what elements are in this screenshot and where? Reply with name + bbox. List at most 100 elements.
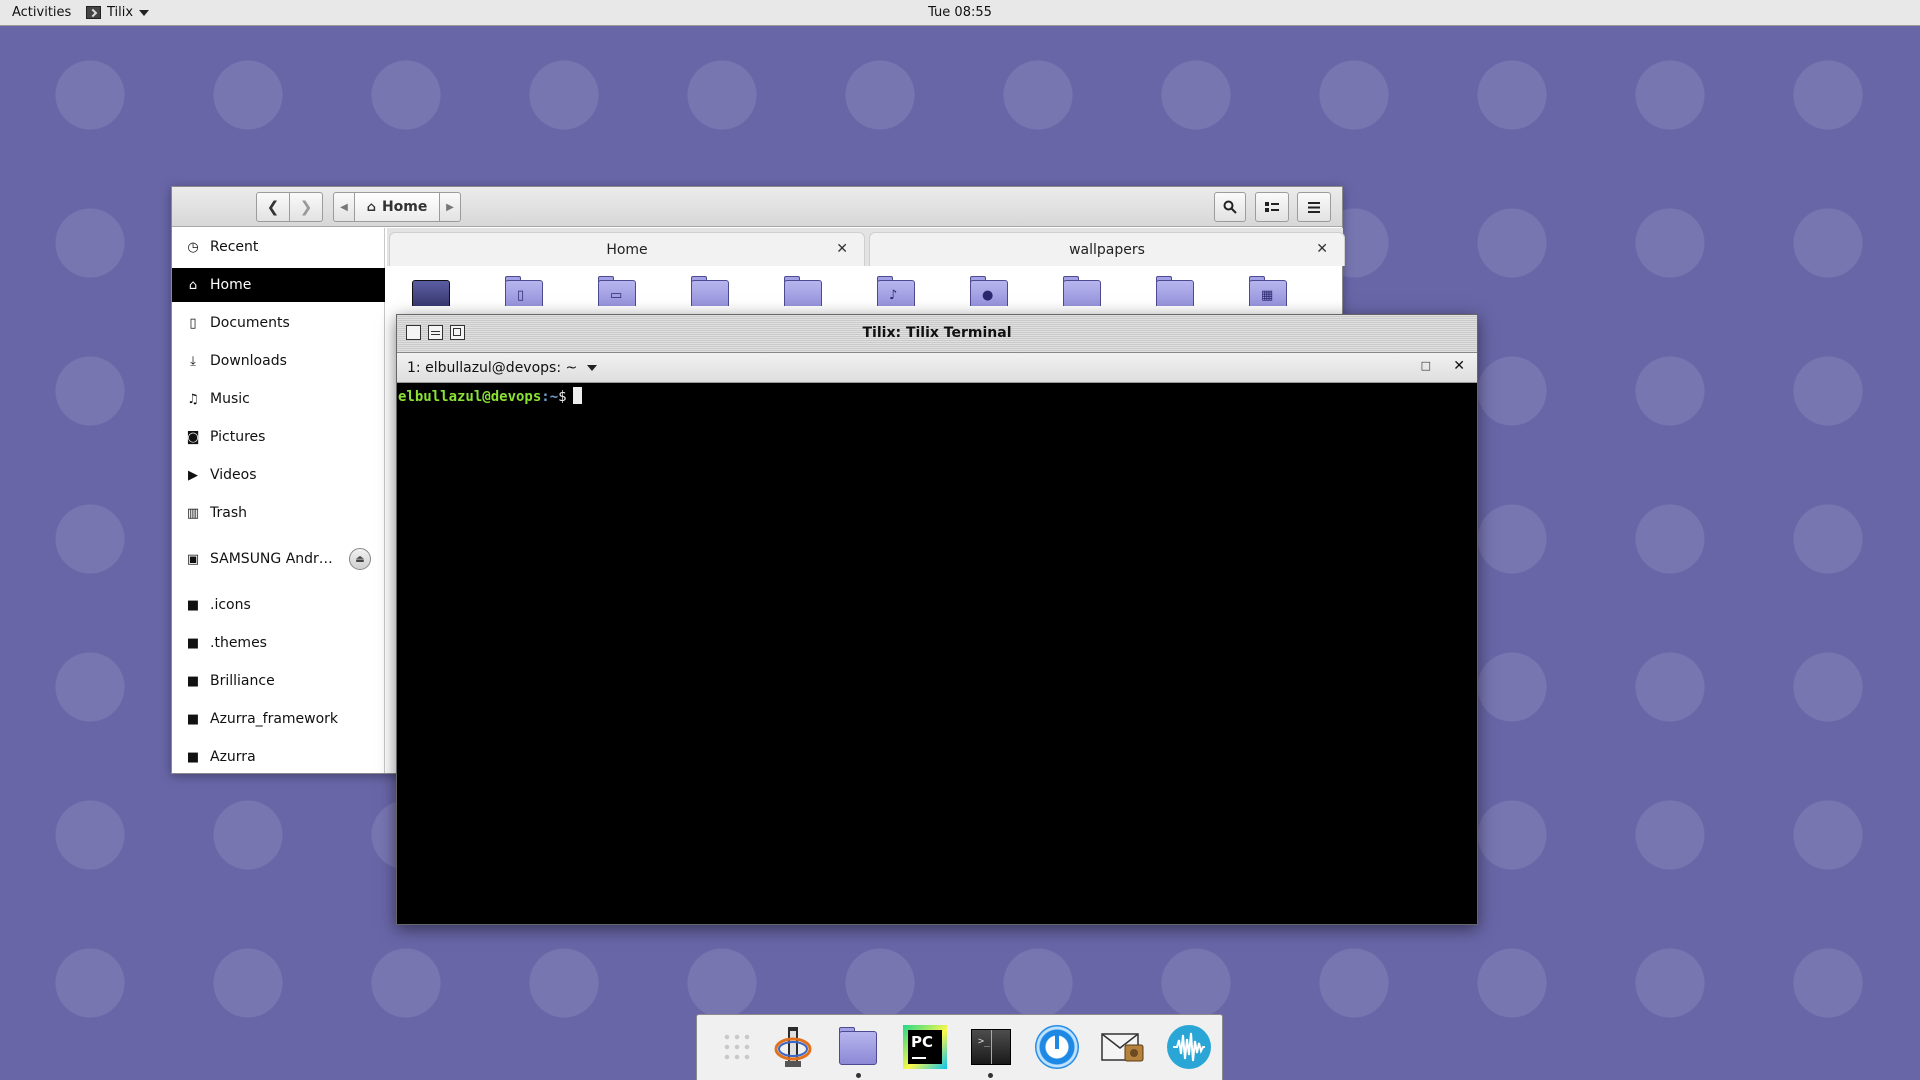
camera-icon: ◙ <box>186 429 200 445</box>
running-indicator <box>856 1073 861 1078</box>
desktop-folder-icon[interactable] <box>410 274 454 306</box>
terminal-body[interactable]: elbullazul@devops:~$ <box>397 383 1477 924</box>
download-icon: ⤓ <box>190 353 196 369</box>
sidebar-item-samsung[interactable]: ▣ SAMSUNG Andr… ⏏ <box>172 542 385 576</box>
prompt-symbol: $ <box>558 389 567 405</box>
audio-icon[interactable] <box>1165 1023 1213 1071</box>
app-grid-icon[interactable] <box>713 1023 761 1071</box>
home-icon: ⌂ <box>366 199 376 215</box>
folder-icon: ■ <box>186 673 200 689</box>
pictures-folder-icon[interactable]: ● <box>968 274 1012 306</box>
sidebar-item-label: Documents <box>210 315 290 331</box>
folder-icon[interactable] <box>1154 274 1198 306</box>
sidebar-item-label: Recent <box>210 239 259 255</box>
sidebar-item-label: Downloads <box>210 353 287 369</box>
path-home-button[interactable]: ⌂ Home <box>354 192 440 222</box>
folder-icon[interactable] <box>1061 274 1105 306</box>
sidebar-item-music[interactable]: ♫ Music <box>172 382 385 416</box>
places-sidebar: ◷ Recent ⌂ Home ▯ Documents ⤓ Downloads ♫ Mus… <box>172 228 385 773</box>
terminal-session-bar: 1: elbullazul@devops: ~ □ ✕ <box>397 353 1477 383</box>
sidebar-item-label: Brilliance <box>210 673 275 689</box>
clock[interactable]: Tue 08:55 <box>0 5 1920 20</box>
terminal-titlebar[interactable]: Tilix: Tilix Terminal <box>397 315 1477 353</box>
prompt-path: :~ <box>541 389 559 405</box>
terminal-title: Tilix: Tilix Terminal <box>862 325 1012 341</box>
sidebar-item-recent[interactable]: ◷ Recent <box>172 230 385 264</box>
sidebar-item-brilliance[interactable]: ■ Brilliance <box>172 664 385 698</box>
running-indicator <box>988 1073 993 1078</box>
tab-home[interactable]: Home ✕ <box>389 232 865 266</box>
tab-label: Home <box>606 241 648 258</box>
sidebar-item-label: .themes <box>210 635 267 651</box>
tab-label: wallpapers <box>1069 241 1145 258</box>
path-scroll-right-button[interactable]: ▶ <box>439 192 461 222</box>
sidebar-item-videos[interactable]: ▶ Videos <box>172 458 385 492</box>
sidebar-item-label: Azurra_framework <box>210 711 339 727</box>
sidebar-item-label: Videos <box>210 467 257 483</box>
text-cursor <box>572 387 582 404</box>
hamburger-icon <box>1308 201 1320 213</box>
sidebar-item-label: Azurra <box>210 749 256 765</box>
music-icon: ♫ <box>187 391 199 407</box>
music-folder-icon[interactable]: ♪ <box>875 274 919 306</box>
sidebar-item-pictures[interactable]: ◙ Pictures <box>172 420 385 454</box>
package-folder-icon[interactable]: ▦ <box>1247 274 1291 306</box>
sidebar-item-downloads[interactable]: ⤓ Downloads <box>172 344 385 378</box>
folder-icon[interactable] <box>782 274 826 306</box>
triangle-left-icon: ◀ <box>340 201 348 213</box>
path-scroll-left-button[interactable]: ◀ <box>333 192 355 222</box>
search-button[interactable] <box>1214 192 1246 222</box>
trash-icon: ▥ <box>186 505 200 521</box>
close-terminal-icon[interactable]: ✕ <box>1453 358 1465 374</box>
chevron-down-icon <box>587 365 598 371</box>
sidebar-item-documents[interactable]: ▯ Documents <box>172 306 385 340</box>
sidebar-item-label: Trash <box>210 505 247 521</box>
mail-icon[interactable] <box>1099 1023 1147 1071</box>
drive-folder-icon[interactable]: ▭ <box>596 274 640 306</box>
file-manager-header: ❮ ❯ ◀ ⌂ Home ▶ <box>172 187 1342 227</box>
session-selector[interactable]: 1: elbullazul@devops: ~ <box>407 360 598 376</box>
menu-button[interactable] <box>1297 192 1331 222</box>
folder-icon[interactable] <box>689 274 733 306</box>
sidebar-item-themes[interactable]: ■ .themes <box>172 626 385 660</box>
drive-icon: ▣ <box>186 551 200 567</box>
files-icon[interactable] <box>835 1023 883 1078</box>
triangle-right-icon: ▶ <box>446 201 454 213</box>
close-icon[interactable]: ✕ <box>1316 241 1328 257</box>
folder-icon: ■ <box>186 597 200 613</box>
java-icon[interactable] <box>769 1023 817 1071</box>
session-label: 1: elbullazul@devops: ~ <box>407 360 578 376</box>
dock: PC >_ <box>696 1014 1223 1080</box>
close-icon[interactable]: ✕ <box>836 241 848 257</box>
sidebar-item-trash[interactable]: ▥ Trash <box>172 496 385 530</box>
document-icon: ▯ <box>189 315 197 331</box>
sidebar-item-label: .icons <box>210 597 251 613</box>
folder-icon: ■ <box>186 635 200 651</box>
search-icon <box>1223 200 1237 214</box>
maximize-terminal-icon[interactable]: □ <box>1421 359 1431 372</box>
eject-icon[interactable]: ⏏ <box>349 548 371 570</box>
sidebar-item-azurra-framework[interactable]: ■ Azurra_framework <box>172 702 385 736</box>
forward-button[interactable]: ❯ <box>289 192 323 222</box>
sidebar-item-azurra[interactable]: ■ Azurra <box>172 740 385 774</box>
view-toggle-button[interactable] <box>1255 192 1289 222</box>
terminal-window: Tilix: Tilix Terminal 1: elbullazul@devo… <box>396 314 1478 925</box>
sidebar-item-label: Home <box>210 277 252 293</box>
tilix-icon[interactable]: >_ <box>967 1023 1015 1078</box>
list-view-icon <box>1265 202 1279 212</box>
folder-icon: ■ <box>186 711 200 727</box>
chevron-left-icon: ❮ <box>266 198 280 216</box>
sidebar-item-label: Music <box>210 391 250 407</box>
tab-bar: Home ✕ wallpapers ✕ <box>387 228 1345 266</box>
update-icon[interactable] <box>1033 1023 1081 1071</box>
back-button[interactable]: ❮ <box>256 192 290 222</box>
sidebar-item-icons[interactable]: ■ .icons <box>172 588 385 622</box>
path-home-label: Home <box>381 199 428 215</box>
documents-folder-icon[interactable]: ▯ <box>503 274 547 306</box>
sidebar-item-home[interactable]: ⌂ Home <box>172 268 385 302</box>
tab-wallpapers[interactable]: wallpapers ✕ <box>869 232 1345 266</box>
folder-icon: ■ <box>186 749 200 765</box>
clock-icon: ◷ <box>187 239 199 255</box>
chevron-right-icon: ❯ <box>299 198 313 216</box>
pycharm-icon[interactable]: PC <box>901 1023 949 1071</box>
